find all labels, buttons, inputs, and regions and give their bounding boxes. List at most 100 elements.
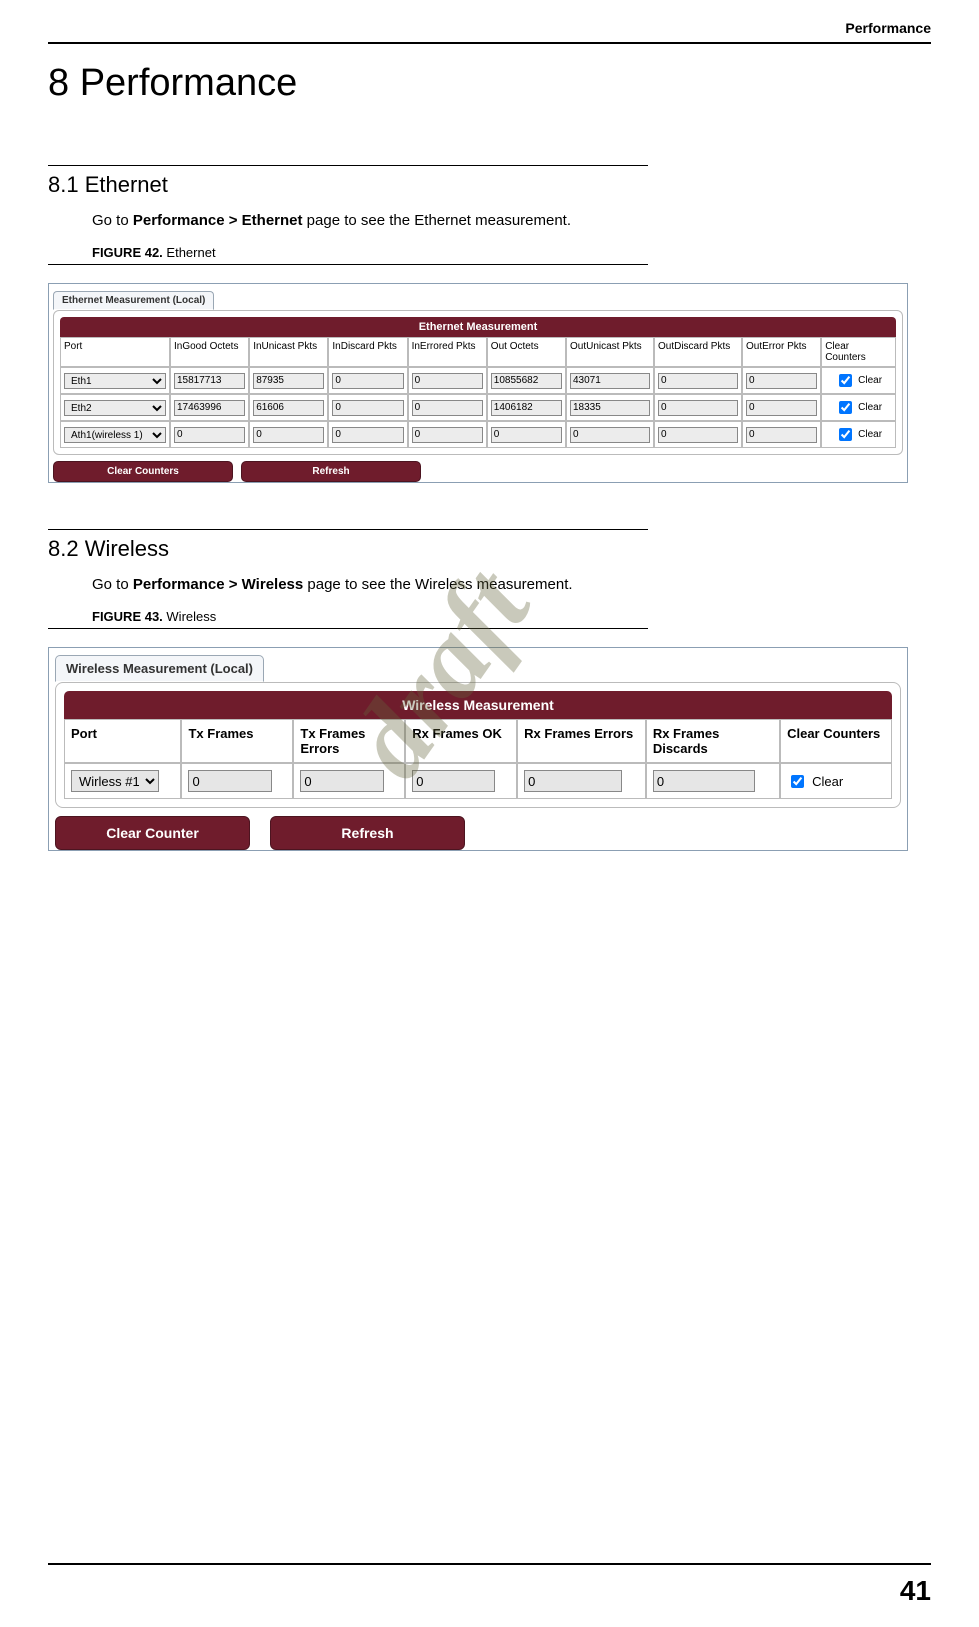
ethernet-panel: Ethernet Measurement Port InGood Octets … (53, 310, 903, 455)
eth-col-outdiscardpkts: OutDiscard Pkts (654, 337, 742, 367)
table-row (742, 394, 821, 421)
eth-value (746, 373, 817, 389)
table-row (517, 763, 646, 799)
eth-value (253, 400, 324, 416)
table-row (487, 421, 566, 448)
table-row (742, 421, 821, 448)
section-rule (48, 165, 648, 166)
figure-43-name: Wireless (163, 609, 216, 624)
wireless-panel-title: Wireless Measurement (64, 691, 892, 719)
figure-43-label: FIGURE 43. (92, 609, 163, 624)
table-row (181, 763, 293, 799)
table-row (654, 421, 742, 448)
clear-checkbox[interactable] (839, 401, 852, 414)
table-row: Clear (821, 367, 896, 394)
section-ethernet-title: 8.1 Ethernet (48, 172, 931, 198)
wireless-intro-post: page to see the Wireless measurement. (303, 576, 572, 593)
wireless-tab[interactable]: Wireless Measurement (Local) (55, 655, 264, 682)
ethernet-tab[interactable]: Ethernet Measurement (Local) (53, 291, 214, 310)
eth-col-outunicastpkts: OutUnicast Pkts (566, 337, 654, 367)
eth-col-indiscardpkts: InDiscard Pkts (328, 337, 407, 367)
clear-label: Clear (858, 375, 882, 386)
wl-col-rxdiscards: Rx Frames Discards (646, 719, 780, 763)
ethernet-intro-bold: Performance > Ethernet (133, 212, 303, 229)
wl-col-txerrors: Tx Frames Errors (293, 719, 405, 763)
table-row (408, 421, 487, 448)
table-row: Clear (821, 394, 896, 421)
wireless-screenshot: Wireless Measurement (Local) Wireless Me… (48, 647, 908, 851)
ethernet-table: Port InGood Octets InUnicast Pkts InDisc… (60, 337, 896, 448)
clear-label: Clear (812, 774, 843, 789)
figure-42-label: FIGURE 42. (92, 245, 163, 260)
wl-col-txframes: Tx Frames (181, 719, 293, 763)
table-row: Wirless #1 (64, 763, 181, 799)
eth-value (491, 400, 562, 416)
clear-checkbox[interactable] (839, 428, 852, 441)
eth-col-ingoodoctets: InGood Octets (170, 337, 249, 367)
clear-checkbox[interactable] (791, 775, 804, 788)
eth-value (332, 427, 403, 443)
eth-value (174, 427, 245, 443)
page-number: 41 (900, 1575, 931, 1607)
refresh-button[interactable]: Refresh (270, 816, 465, 850)
eth-value (658, 427, 738, 443)
chapter-title: 8 Performance (48, 62, 931, 105)
eth-col-port: Port (60, 337, 170, 367)
wireless-tab-row: Wireless Measurement (Local) (49, 648, 907, 682)
table-row (249, 367, 328, 394)
ethernet-panel-title: Ethernet Measurement (60, 317, 896, 337)
eth-port-select[interactable]: Ath1(wireless 1) (64, 427, 166, 443)
eth-port-select[interactable]: Eth2 (64, 400, 166, 416)
table-row (566, 394, 654, 421)
wl-value (653, 770, 755, 792)
wireless-panel: Wireless Measurement Port Tx Frames Tx F… (55, 682, 901, 808)
table-row: Ath1(wireless 1) (60, 421, 170, 448)
wireless-table: Port Tx Frames Tx Frames Errors Rx Frame… (64, 719, 892, 799)
eth-value (746, 400, 817, 416)
eth-value (253, 427, 324, 443)
refresh-button[interactable]: Refresh (241, 461, 421, 482)
eth-value (253, 373, 324, 389)
eth-col-inerroredpkts: InErrored Pkts (408, 337, 487, 367)
table-row: Clear (821, 421, 896, 448)
wl-value (188, 770, 271, 792)
eth-value (174, 373, 245, 389)
table-row (742, 367, 821, 394)
ethernet-intro-pre: Go to (92, 212, 133, 229)
table-row (408, 394, 487, 421)
running-header: Performance (48, 20, 931, 42)
ethernet-tab-row: Ethernet Measurement (Local) (49, 284, 907, 310)
eth-value (174, 400, 245, 416)
wl-port-select[interactable]: Wirless #1 (71, 770, 159, 792)
table-row (328, 367, 407, 394)
header-rule (48, 42, 931, 44)
table-row: Eth1 (60, 367, 170, 394)
eth-value (658, 373, 738, 389)
eth-port-select[interactable]: Eth1 (64, 373, 166, 389)
wireless-intro-pre: Go to (92, 576, 133, 593)
wl-value (412, 770, 495, 792)
clear-checkbox[interactable] (839, 374, 852, 387)
table-row (170, 421, 249, 448)
ethernet-intro-post: page to see the Ethernet measurement. (303, 212, 572, 229)
figure-42-name: Ethernet (163, 245, 216, 260)
table-row (654, 367, 742, 394)
eth-value (491, 427, 562, 443)
ethernet-button-row: Clear Counters Refresh (53, 461, 907, 482)
figure-42-rule (48, 264, 648, 265)
clear-counter-button[interactable]: Clear Counter (55, 816, 250, 850)
table-row (328, 421, 407, 448)
table-row (654, 394, 742, 421)
eth-value (412, 373, 483, 389)
clear-counters-button[interactable]: Clear Counters (53, 461, 233, 482)
table-row (566, 421, 654, 448)
table-row (487, 367, 566, 394)
eth-value (491, 373, 562, 389)
figure-43-rule (48, 628, 648, 629)
wireless-button-row: Clear Counter Refresh (55, 816, 907, 850)
table-row: Clear (780, 763, 892, 799)
eth-col-outoctets: Out Octets (487, 337, 566, 367)
footer-rule (48, 1563, 931, 1565)
table-row (405, 763, 517, 799)
table-row (487, 394, 566, 421)
